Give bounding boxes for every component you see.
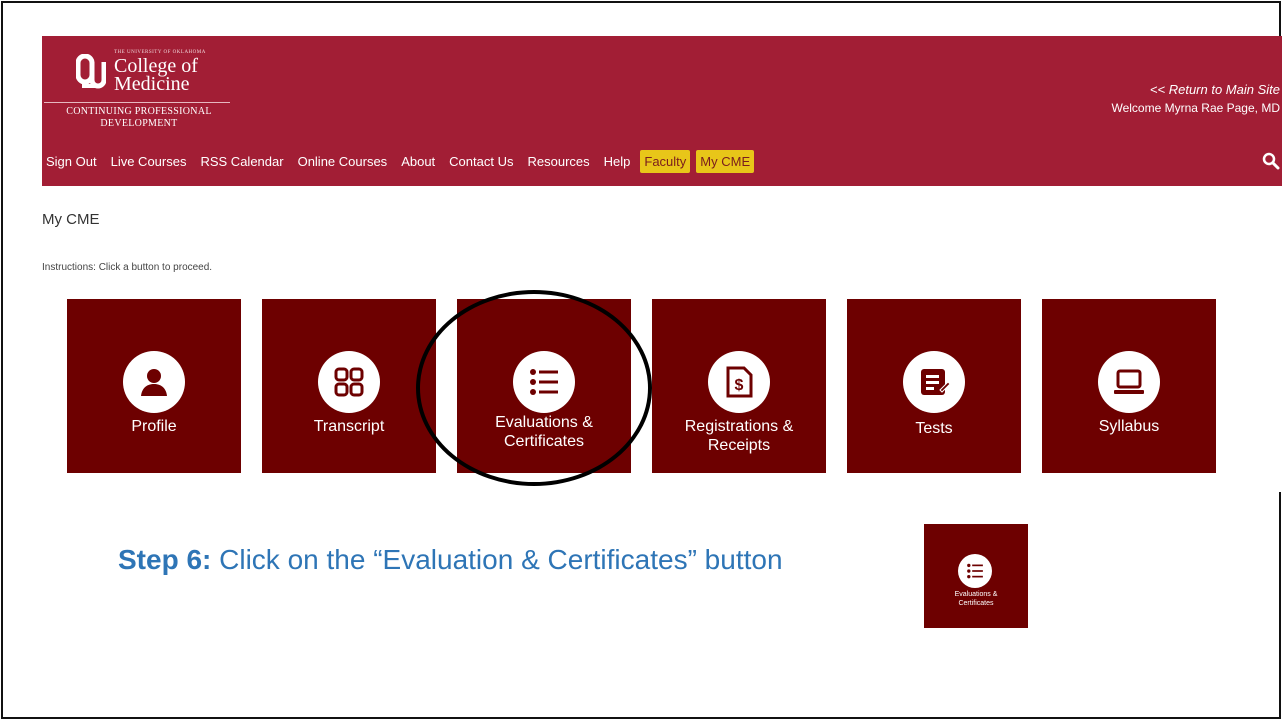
tile-label: Evaluations & Certificates (457, 413, 631, 451)
nav-help[interactable]: Help (600, 150, 635, 173)
test-icon (903, 351, 965, 413)
user-icon (123, 351, 185, 413)
step-text: Click on the “Evaluation & Certificates”… (211, 544, 783, 575)
page-title: My CME (42, 211, 100, 228)
tile-label: Syllabus (1098, 418, 1160, 435)
list-icon (958, 554, 992, 588)
nav-live-courses[interactable]: Live Courses (107, 150, 191, 173)
nav-contact-us[interactable]: Contact Us (445, 150, 517, 173)
ou-logo-icon (76, 54, 106, 89)
nav-online-courses[interactable]: Online Courses (294, 150, 392, 173)
step-label: Step 6: (118, 544, 212, 575)
list-icon (513, 351, 575, 413)
college-logo[interactable]: THE UNIVERSITY OF OKLAHOMA College of Me… (44, 44, 244, 164)
thumbnail-label: Evaluations & Certificates (924, 590, 1028, 608)
evaluations-certificates-tile[interactable]: Evaluations & Certificates (457, 299, 631, 473)
svg-text:$: $ (735, 377, 744, 394)
tests-tile[interactable]: Tests (847, 299, 1021, 473)
syllabus-tile[interactable]: Syllabus (1042, 299, 1216, 473)
nav-my-cme[interactable]: My CME (696, 149, 755, 173)
logo-medicine: Medicine (114, 73, 190, 95)
registrations-receipts-tile[interactable]: $ Registrations & Receipts (652, 299, 826, 473)
return-main-site-link[interactable]: << Return to Main Site (1150, 82, 1280, 97)
instructions-text: Instructions: Click a button to proceed. (42, 262, 213, 273)
laptop-icon (1098, 351, 1160, 413)
receipt-icon: $ (708, 351, 770, 413)
tile-label-line1: Evaluations & (495, 414, 593, 431)
evaluations-certificates-thumbnail: Evaluations & Certificates (924, 524, 1028, 628)
nav-faculty[interactable]: Faculty (640, 149, 691, 173)
site-banner: THE UNIVERSITY OF OKLAHOMA College of Me… (42, 36, 1282, 186)
cme-tiles: Profile Transcript Evaluations & Certifi… (67, 299, 1227, 473)
website-screenshot: THE UNIVERSITY OF OKLAHOMA College of Me… (42, 36, 1282, 492)
logo-cpd-line1: CONTINUING PROFESSIONAL (66, 106, 212, 117)
nav-sign-out[interactable]: Sign Out (42, 150, 101, 173)
logo-cpd-line2: DEVELOPMENT (100, 118, 178, 129)
nav-about[interactable]: About (397, 150, 439, 173)
grid-icon (318, 351, 380, 413)
thumbnail-label-line2: Certificates (958, 600, 994, 607)
thumbnail-label-line1: Evaluations & (954, 591, 998, 598)
profile-tile[interactable]: Profile (67, 299, 241, 473)
nav-rss-calendar[interactable]: RSS Calendar (196, 150, 287, 173)
step-instruction: Step 6: Click on the “Evaluation & Certi… (118, 544, 783, 576)
welcome-message: Welcome Myrna Rae Page, MD (1111, 101, 1280, 115)
tile-label-line2: Certificates (503, 433, 585, 450)
logo-divider (44, 102, 230, 103)
tile-label: Tests (915, 420, 953, 437)
tile-label: Registrations & Receipts (652, 417, 826, 455)
transcript-tile[interactable]: Transcript (262, 299, 436, 473)
main-nav: Sign Out Live Courses RSS Calendar Onlin… (42, 148, 760, 174)
tile-label-line1: Registrations & (684, 418, 794, 435)
tile-label: Profile (131, 418, 177, 435)
tile-label-line2: Receipts (707, 437, 771, 454)
nav-resources[interactable]: Resources (523, 150, 593, 173)
tile-label: Transcript (313, 418, 385, 435)
search-icon[interactable] (1262, 152, 1280, 170)
